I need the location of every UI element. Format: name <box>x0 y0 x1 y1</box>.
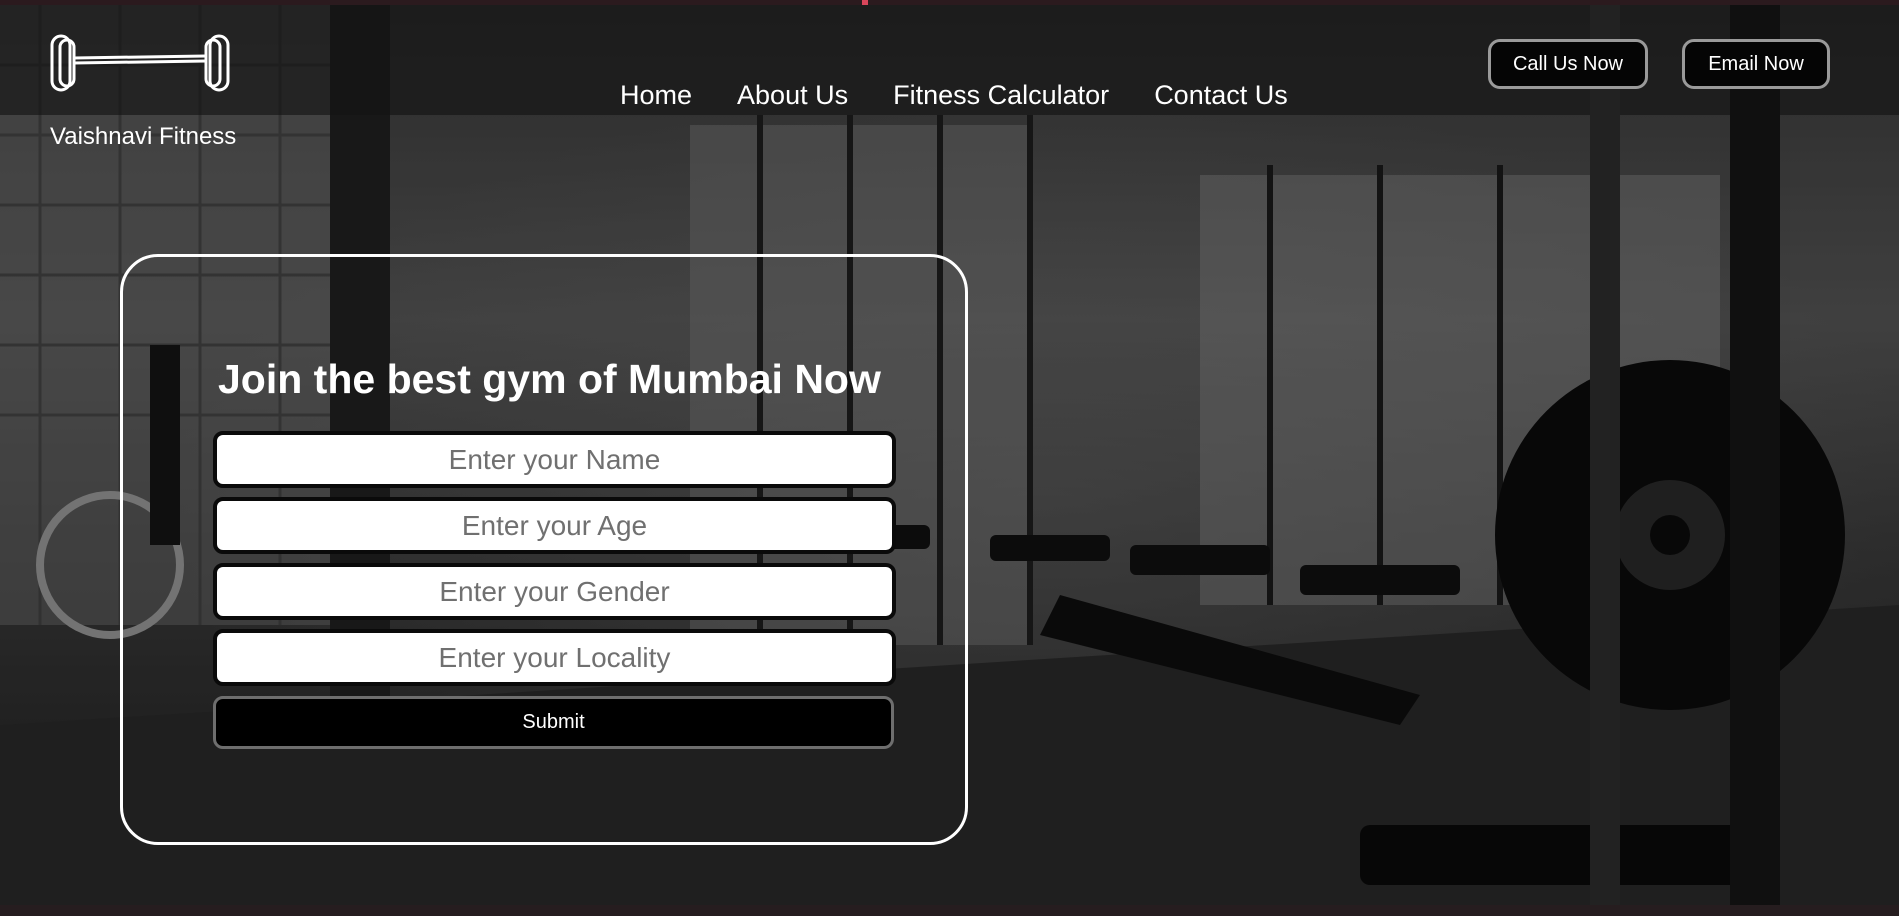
name-input[interactable] <box>213 431 896 488</box>
barbell-icon <box>50 34 230 92</box>
nav-link-about-us[interactable]: About Us <box>737 80 848 111</box>
page: Vaishnavi Fitness Home About Us Fitness … <box>0 0 1899 916</box>
nav-link-fitness-calculator[interactable]: Fitness Calculator <box>893 80 1109 111</box>
gender-input[interactable] <box>213 563 896 620</box>
nav-link-home[interactable]: Home <box>620 80 692 111</box>
brand-logo[interactable]: Vaishnavi Fitness <box>50 32 260 150</box>
submit-button[interactable]: Submit <box>213 696 894 749</box>
nav-link-contact-us[interactable]: Contact Us <box>1154 80 1288 111</box>
call-us-button[interactable]: Call Us Now <box>1488 39 1648 89</box>
form-title: Join the best gym of Mumbai Now <box>218 356 881 402</box>
brand-name: Vaishnavi Fitness <box>50 123 237 150</box>
main-nav: Home About Us Fitness Calculator Contact… <box>620 80 1333 111</box>
age-input[interactable] <box>213 497 896 554</box>
locality-input[interactable] <box>213 629 896 686</box>
bottom-strip <box>0 905 1899 916</box>
email-button[interactable]: Email Now <box>1682 39 1830 89</box>
